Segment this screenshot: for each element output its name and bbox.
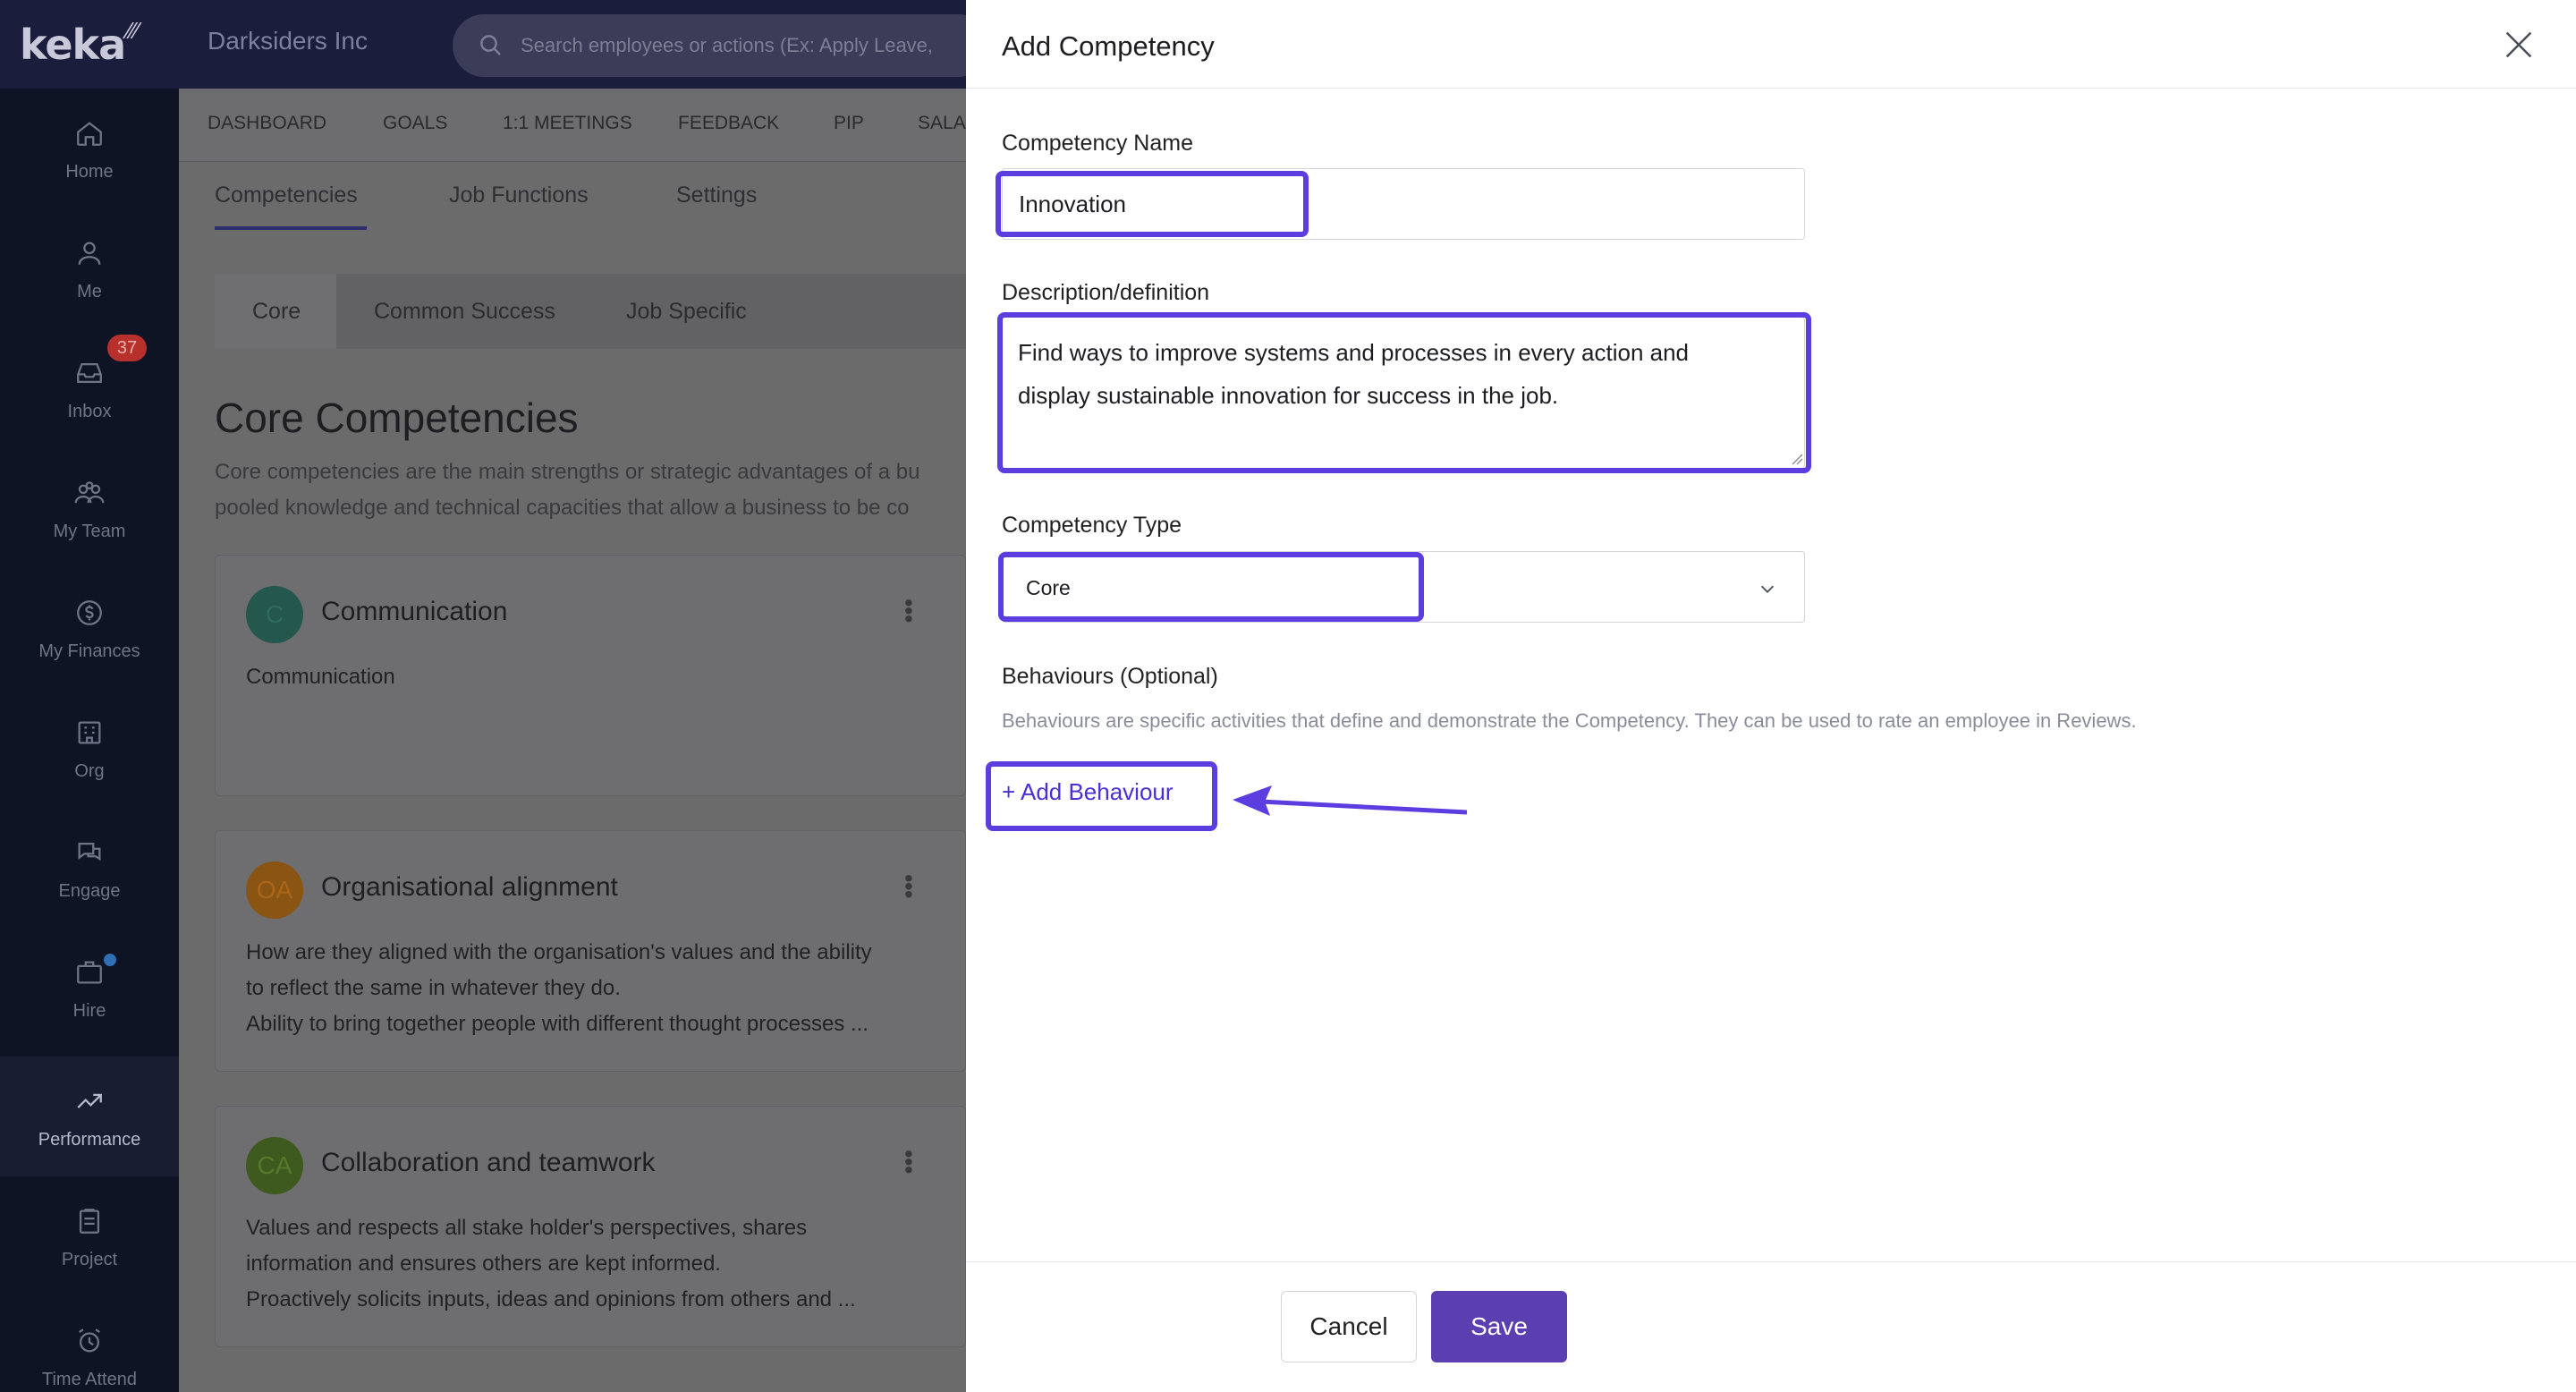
panel-title: Add Competency [1002,30,1215,62]
page-description-line: Core competencies are the main strengths… [215,460,920,484]
more-options-icon[interactable]: • • • [904,866,913,907]
card-description: information and ensures others are kept … [246,1252,721,1276]
card-description: Proactively solicits inputs, ideas and o… [246,1287,856,1311]
more-options-icon[interactable]: • • • [904,1142,913,1183]
close-icon [2505,31,2532,58]
subnav-feedback[interactable]: FEEDBACK [678,113,779,134]
sidebar-item-hire[interactable]: Hire [0,928,179,1048]
card-description: to reflect the same in whatever they do. [246,976,621,1000]
behaviours-hint: Behaviours are specific activities that … [1002,709,2137,732]
close-button[interactable] [2501,27,2537,63]
sidebar-item-me[interactable]: Me [0,208,179,328]
finances-icon [72,595,107,631]
avatar: OA [246,862,303,919]
segment-job-specific[interactable]: Job Specific [626,299,747,325]
subnav-salary[interactable]: SALA [918,113,966,134]
user-icon [72,235,107,271]
cancel-button[interactable]: Cancel [1281,1291,1417,1362]
page-description: Core competencies are the main strengths… [215,454,966,526]
card-title: Communication [321,597,508,626]
save-button[interactable]: Save [1431,1291,1567,1362]
company-name[interactable]: Darksiders Inc [208,27,368,55]
sidebar-item-performance[interactable]: Performance [0,1057,179,1176]
clipboard-icon [72,1203,107,1239]
briefcase-icon [72,955,107,990]
sidebar-item-label: My Team [53,521,126,541]
engage-icon [72,835,107,870]
competency-type-label: Competency Type [1002,513,1182,538]
search-input[interactable]: Search employees or actions (Ex: Apply L… [453,14,989,77]
segment-common-success[interactable]: Common Success [374,299,555,325]
sidebar-item-label: Org [74,760,105,781]
card-title: Organisational alignment [321,872,618,902]
highlight-box [996,171,1309,237]
search-placeholder: Search employees or actions (Ex: Apply L… [521,34,934,56]
logo-rays-icon: ⁄⁄⁄ [127,17,140,44]
sidebar-item-home[interactable]: Home [0,89,179,208]
search-icon [480,35,501,55]
card-description: Communication [246,665,395,689]
alarm-icon [72,1323,107,1359]
sidebar-item-label: Home [65,161,114,182]
description-label: Description/definition [1002,280,1210,305]
sidebar-item-org[interactable]: Org [0,688,179,808]
tab-job-functions[interactable]: Job Functions [449,182,589,208]
team-icon [72,475,107,511]
segment-core[interactable]: Core [252,299,301,325]
panel-header: Add Competency [966,0,2576,89]
competency-card-collaboration[interactable]: CA Collaboration and teamwork • • • Values… [215,1106,966,1347]
tab-settings[interactable]: Settings [676,182,757,208]
active-tab-indicator [215,226,367,230]
sidebar-item-label: Time Attend [42,1369,137,1389]
highlight-box [998,552,1424,622]
sidebar: keka ⁄⁄⁄ Home Me Inbox 37 My Team My Fin… [0,0,179,1392]
add-competency-panel: Add Competency Competency Name Innovatio… [966,0,2576,1392]
sidebar-item-label: Performance [38,1129,141,1150]
inbox-icon [72,355,107,391]
competency-name-label: Competency Name [1002,131,1193,156]
home-icon [72,115,107,151]
logo[interactable]: keka ⁄⁄⁄ [0,0,179,89]
avatar: CA [246,1137,303,1194]
subnav-pip[interactable]: PIP [834,113,864,134]
sidebar-item-project[interactable]: Project [0,1176,179,1296]
page-title: Core Competencies [215,395,579,441]
trend-up-icon [72,1083,107,1119]
panel-footer [966,1261,2576,1392]
competency-card-communication[interactable]: C Communication • • • Communication [215,555,966,796]
card-description: Ability to bring together people with di… [246,1012,869,1036]
chevron-down-icon [1760,585,1775,593]
sidebar-item-label: Hire [72,1000,106,1021]
subnav-meetings[interactable]: 1:1 MEETINGS [503,113,632,134]
inbox-badge: 37 [107,335,147,361]
subnav-dashboard[interactable]: DASHBOARD [208,113,326,134]
highlight-box [986,761,1217,831]
card-description: How are they aligned with the organisati… [246,940,872,964]
sidebar-item-engage[interactable]: Engage [0,808,179,928]
card-title: Collaboration and teamwork [321,1148,656,1177]
sidebar-item-label: Project [61,1249,118,1269]
page-description-line: pooled knowledge and technical capacitie… [215,496,910,520]
sidebar-item-label: Me [77,281,102,301]
behaviours-label: Behaviours (Optional) [1002,664,1218,689]
competency-card-organisational-alignment[interactable]: OA Organisational alignment • • • How are … [215,830,966,1072]
sidebar-item-label: Engage [58,880,121,901]
subnav-goals[interactable]: GOALS [383,113,447,134]
sidebar-item-my-team[interactable]: My Team [0,448,179,568]
logo-text: keka [20,20,126,69]
more-options-icon[interactable]: • • • [904,590,913,632]
sidebar-item-my-finances[interactable]: My Finances [0,568,179,688]
resize-handle-icon[interactable] [1791,453,1803,465]
sidebar-item-label: Inbox [67,401,112,421]
hire-notification-dot [104,954,116,966]
tab-competencies[interactable]: Competencies [215,182,358,208]
highlight-box [997,312,1811,473]
org-icon [72,715,107,751]
annotation-arrow-icon [1233,785,1468,816]
sidebar-item-label: My Finances [38,641,140,661]
card-description: Values and respects all stake holder's p… [246,1216,808,1240]
avatar: C [246,586,303,643]
sidebar-item-inbox[interactable]: Inbox [0,328,179,448]
sidebar-item-time-attend[interactable]: Time Attend [0,1296,179,1392]
